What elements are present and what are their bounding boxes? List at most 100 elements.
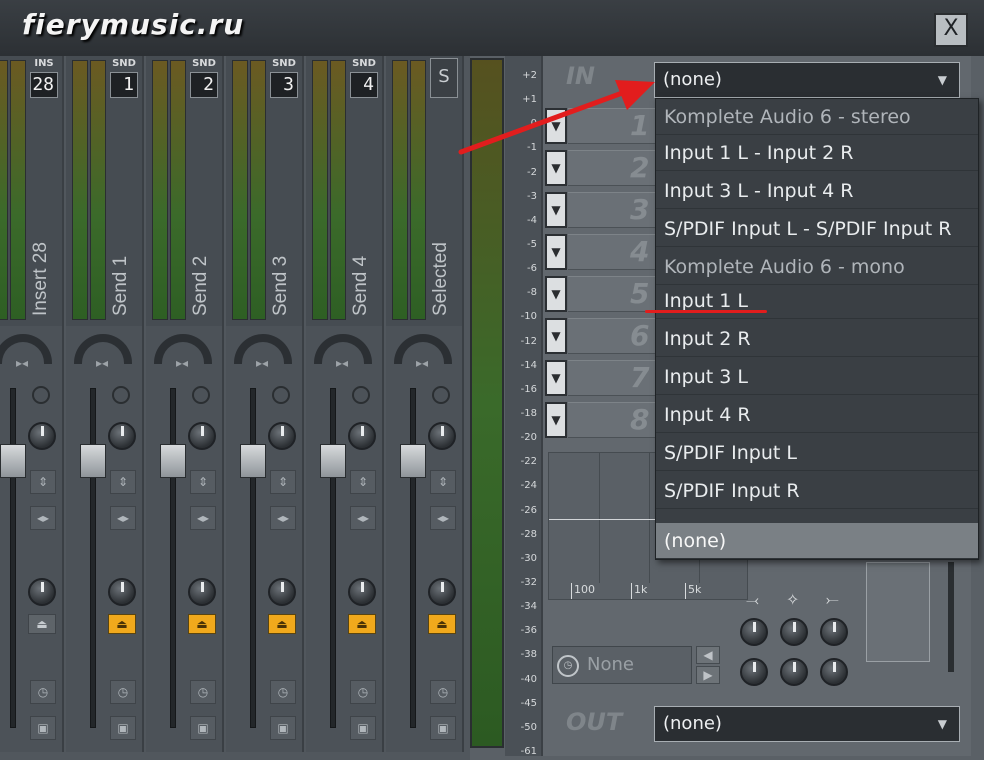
strip-number[interactable]: 1 — [110, 72, 138, 98]
volume-fader-track[interactable] — [10, 388, 16, 728]
volume-fader-track[interactable] — [330, 388, 336, 728]
eq-band-knob[interactable] — [820, 658, 848, 686]
clock-icon[interactable]: ◷ — [430, 680, 456, 704]
menu-item[interactable]: Input 4 R — [656, 397, 978, 433]
volume-fader[interactable] — [400, 444, 426, 478]
clock-icon[interactable]: ◷ — [350, 680, 376, 704]
clock-icon[interactable]: ◷ — [110, 680, 136, 704]
pan-knob[interactable] — [188, 422, 216, 450]
slot-menu-icon[interactable]: ▼ — [545, 276, 567, 312]
mixer-strip[interactable]: SND 4 Send 4 ▸◂ ⇕ ◂▸ ⏏ ◷ ▣ — [306, 56, 384, 752]
menu-item[interactable]: Input 3 L — [656, 359, 978, 395]
arrow-right-icon[interactable]: ▶ — [696, 666, 720, 684]
stereo-icon[interactable]: ◂▸ — [350, 506, 376, 530]
clock-icon[interactable]: ◷ — [190, 680, 216, 704]
output-dropdown[interactable]: (none) ▼ — [654, 706, 960, 742]
slot-menu-icon[interactable]: ▼ — [545, 360, 567, 396]
mixer-strip[interactable]: SND 2 Send 2 ▸◂ ⇕ ◂▸ ⏏ ◷ ▣ — [146, 56, 224, 752]
pan-knob[interactable] — [428, 422, 456, 450]
mute-led[interactable] — [112, 386, 130, 404]
linked-track-field[interactable]: ◷ None — [552, 646, 692, 684]
stereo-icon[interactable]: ◂▸ — [110, 506, 136, 530]
volume-fader-track[interactable] — [410, 388, 416, 728]
menu-item[interactable]: (none) — [656, 523, 978, 559]
menu-item[interactable]: Input 3 L - Input 4 R — [656, 173, 978, 209]
swap-icon[interactable]: ⇕ — [190, 470, 216, 494]
swap-icon[interactable]: ⇕ — [110, 470, 136, 494]
slot-menu-icon[interactable]: ▼ — [545, 318, 567, 354]
menu-item[interactable]: S/PDIF Input L — [656, 435, 978, 471]
input-dropdown[interactable]: (none) ▼ — [654, 62, 960, 98]
mute-led[interactable] — [432, 386, 450, 404]
strip-number[interactable]: 28 — [30, 72, 58, 98]
mute-led[interactable] — [32, 386, 50, 404]
close-button[interactable]: X — [934, 13, 968, 47]
volume-fader[interactable] — [0, 444, 26, 478]
pan-knob[interactable] — [268, 422, 296, 450]
eq-band-knob[interactable] — [740, 658, 768, 686]
volume-fader[interactable] — [240, 444, 266, 478]
save-icon[interactable]: ▣ — [350, 716, 376, 740]
mute-led[interactable] — [272, 386, 290, 404]
slot-menu-icon[interactable]: ▼ — [545, 234, 567, 270]
strip-number[interactable]: 3 — [270, 72, 298, 98]
mixer-strip[interactable]: INS 28 Insert 28 ▸◂ ⇕ ◂▸ ⏏ ◷ ▣ — [0, 56, 64, 752]
stereo-icon[interactable]: ◂▸ — [430, 506, 456, 530]
save-icon[interactable]: ▣ — [190, 716, 216, 740]
swap-icon[interactable]: ⇕ — [270, 470, 296, 494]
eq-band-knob[interactable] — [780, 658, 808, 686]
swap-icon[interactable]: ⇕ — [30, 470, 56, 494]
send-switch-icon[interactable]: ⏏ — [28, 614, 56, 634]
pan-knob[interactable] — [28, 422, 56, 450]
stereo-icon[interactable]: ◂▸ — [30, 506, 56, 530]
volume-fader-track[interactable] — [170, 388, 176, 728]
send-level-knob[interactable] — [188, 578, 216, 606]
save-icon[interactable]: ▣ — [110, 716, 136, 740]
mixer-strip[interactable]: S Selected ▸◂ ⇕ ◂▸ ⏏ ◷ ▣ — [386, 56, 464, 752]
menu-item[interactable]: Input 1 L — [656, 283, 978, 319]
save-icon[interactable]: ▣ — [430, 716, 456, 740]
mixer-strip[interactable]: SND 3 Send 3 ▸◂ ⇕ ◂▸ ⏏ ◷ ▣ — [226, 56, 304, 752]
save-icon[interactable]: ▣ — [30, 716, 56, 740]
clock-icon[interactable]: ◷ — [30, 680, 56, 704]
menu-item[interactable]: Input 2 R — [656, 321, 978, 357]
send-level-knob[interactable] — [28, 578, 56, 606]
strip-number[interactable]: S — [430, 58, 458, 98]
volume-fader-track[interactable] — [250, 388, 256, 728]
volume-fader[interactable] — [320, 444, 346, 478]
stereo-slider-track[interactable] — [948, 562, 954, 672]
swap-icon[interactable]: ⇕ — [430, 470, 456, 494]
volume-fader-track[interactable] — [90, 388, 96, 728]
clock-icon[interactable]: ◷ — [270, 680, 296, 704]
send-level-knob[interactable] — [348, 578, 376, 606]
strip-number[interactable]: 2 — [190, 72, 218, 98]
save-icon[interactable]: ▣ — [270, 716, 296, 740]
pan-knob[interactable] — [108, 422, 136, 450]
send-switch-icon[interactable]: ⏏ — [108, 614, 136, 634]
arrow-left-icon[interactable]: ◀ — [696, 646, 720, 664]
mixer-strip[interactable]: SND 1 Send 1 ▸◂ ⇕ ◂▸ ⏏ ◷ ▣ — [66, 56, 144, 752]
swap-icon[interactable]: ⇕ — [350, 470, 376, 494]
slot-menu-icon[interactable]: ▼ — [545, 192, 567, 228]
send-level-knob[interactable] — [108, 578, 136, 606]
send-switch-icon[interactable]: ⏏ — [428, 614, 456, 634]
send-switch-icon[interactable]: ⏏ — [348, 614, 376, 634]
volume-fader[interactable] — [160, 444, 186, 478]
pan-knob[interactable] — [348, 422, 376, 450]
menu-item[interactable]: Input 1 L - Input 2 R — [656, 135, 978, 171]
send-switch-icon[interactable]: ⏏ — [268, 614, 296, 634]
menu-item[interactable]: S/PDIF Input R — [656, 473, 978, 509]
eq-band-knob[interactable] — [820, 618, 848, 646]
stereo-icon[interactable]: ◂▸ — [270, 506, 296, 530]
menu-item[interactable]: S/PDIF Input L - S/PDIF Input R — [656, 211, 978, 247]
eq-band-knob[interactable] — [780, 618, 808, 646]
stereo-icon[interactable]: ◂▸ — [190, 506, 216, 530]
mute-led[interactable] — [192, 386, 210, 404]
volume-fader[interactable] — [80, 444, 106, 478]
eq-band-knob[interactable] — [740, 618, 768, 646]
strip-number[interactable]: 4 — [350, 72, 378, 98]
slot-menu-icon[interactable]: ▼ — [545, 402, 567, 438]
send-level-knob[interactable] — [428, 578, 456, 606]
send-level-knob[interactable] — [268, 578, 296, 606]
send-switch-icon[interactable]: ⏏ — [188, 614, 216, 634]
